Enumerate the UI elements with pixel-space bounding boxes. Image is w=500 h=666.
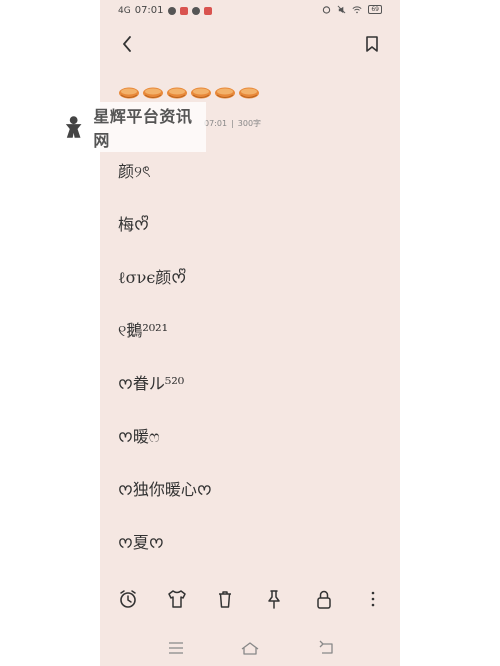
app-notification-icon — [179, 6, 188, 15]
note-line: 颜୨ৎ — [118, 162, 151, 181]
bowl-emoji-icon — [143, 87, 163, 99]
back-arrow-icon — [123, 36, 131, 52]
theme-button[interactable] — [166, 588, 188, 610]
note-title — [118, 86, 260, 100]
bookmark-button[interactable] — [362, 34, 382, 54]
more-vertical-icon — [371, 591, 375, 607]
status-right: 69 — [322, 5, 382, 14]
alarm-status-icon — [322, 5, 331, 14]
alarm-clock-icon — [120, 590, 136, 608]
note-line: ᰔ眷ル⁵²⁰ — [118, 374, 185, 393]
bowl-emoji-icon — [191, 87, 211, 99]
system-nav-bar — [100, 634, 400, 662]
lock-icon — [317, 590, 331, 609]
bookmark-icon — [366, 36, 378, 52]
compass-notification-icon — [191, 6, 200, 15]
watermark-text: 星辉平台资讯网 — [93, 107, 193, 150]
status-left: 4G 07:01 — [118, 5, 212, 16]
top-bar — [100, 30, 400, 58]
return-icon — [319, 640, 333, 654]
mute-status-icon — [337, 5, 346, 14]
home-icon — [241, 642, 259, 655]
more-button[interactable] — [362, 588, 384, 610]
note-body[interactable]: 颜୨ৎ 梅ᰔᩚ ℓσνє颜ᰔᩚ ୧鵝²⁰²¹ ᰔ眷ル⁵²⁰ ᰔ暖ෆ ᰔ独你暖心ᰔ… — [118, 158, 388, 582]
watermark-logo-icon — [65, 116, 82, 138]
pin-icon — [268, 590, 280, 609]
delete-button[interactable] — [214, 588, 236, 610]
reminder-button[interactable] — [117, 588, 139, 610]
note-line: ୧鵝²⁰²¹ — [118, 321, 168, 340]
pin-button[interactable] — [263, 588, 285, 610]
bowl-emoji-icon — [119, 87, 139, 99]
battery-icon: 69 — [368, 5, 382, 14]
news-notification-icon — [203, 6, 212, 15]
bowl-emoji-icon — [239, 87, 259, 99]
tshirt-icon — [168, 590, 186, 608]
bowl-emoji-icon — [167, 87, 187, 99]
bowl-emoji-icon — [215, 87, 235, 99]
meta-separator: | — [231, 119, 234, 128]
status-bar: 4G 07:01 69 — [100, 0, 400, 22]
note-time: 07:01 — [204, 119, 228, 128]
chat-notification-icon — [167, 6, 176, 15]
note-line: ᰔ暖ෆ — [118, 427, 160, 446]
note-meta: 07:01 | 300字 — [204, 118, 261, 129]
lock-button[interactable] — [313, 588, 335, 610]
back-button[interactable] — [118, 34, 138, 54]
home-nav-button[interactable] — [240, 640, 259, 656]
back-nav-button[interactable] — [318, 640, 336, 656]
menu-icon — [169, 642, 183, 654]
bottom-toolbar — [100, 584, 400, 614]
note-line: ᰔ夏ᰔ — [118, 533, 164, 552]
status-time: 07:01 — [134, 5, 164, 16]
trash-icon — [219, 591, 231, 608]
network-indicator: 4G — [118, 5, 131, 16]
note-line: ᰔ独你暖心ᰔ — [118, 480, 212, 499]
note-char-count: 300字 — [237, 119, 262, 128]
wifi-status-icon — [352, 5, 362, 14]
watermark: 星辉平台资讯网 — [56, 102, 206, 152]
menu-nav-button[interactable] — [167, 640, 185, 656]
note-line: ℓσνє颜ᰔᩚ — [118, 268, 187, 287]
phone-screen: 4G 07:01 69 07:01 | 300字 颜୨ৎ 梅ᰔᩚ ℓσνє颜ᰔᩚ… — [100, 0, 400, 666]
note-line: 梅ᰔᩚ — [118, 215, 149, 234]
